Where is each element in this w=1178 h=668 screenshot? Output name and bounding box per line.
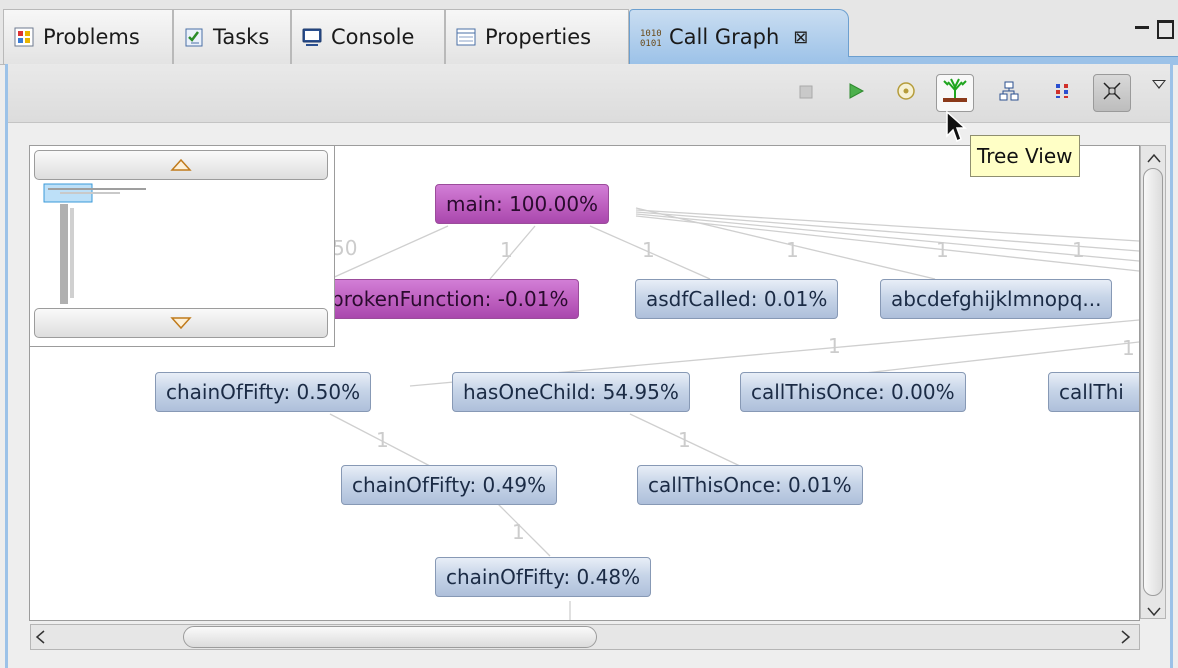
graph-node-asdfCalled[interactable]: asdfCalled: 0.01% — [635, 279, 839, 319]
close-icon[interactable]: ⊠ — [793, 27, 808, 48]
level-view-button[interactable] — [990, 74, 1028, 112]
graph-node-chainOfFifty[interactable]: chainOfFifty: 0.49% — [341, 465, 558, 505]
view-toolbar — [8, 64, 1170, 123]
edge-label: 1 — [678, 428, 691, 452]
scroll-left-icon[interactable] — [35, 629, 45, 648]
view-tab-bar: Problems Tasks Console Properties 1010 01… — [0, 0, 1178, 65]
scroll-down-icon[interactable] — [1147, 602, 1161, 621]
aggregate-view-icon — [1052, 81, 1072, 106]
tab-properties-label: Properties — [485, 25, 592, 49]
tab-problems[interactable]: Problems — [3, 9, 173, 64]
vertical-scroll-thumb[interactable] — [1143, 168, 1163, 596]
call-graph-canvas[interactable]: 50 1 1 1 1 1 1 1 1 1 1 main: 100.00% bro… — [29, 145, 1140, 621]
tab-console[interactable]: Console — [291, 9, 445, 64]
tab-tasks[interactable]: Tasks — [173, 9, 291, 64]
edge-label: 1 — [512, 520, 525, 544]
tab-problems-label: Problems — [43, 25, 140, 49]
graph-node-abcdefghijklmnopq[interactable]: abcdefghijklmnopq... — [880, 279, 1113, 319]
binary-icon: 1010 0101 — [638, 25, 662, 49]
tab-console-label: Console — [331, 25, 415, 49]
tab-call-graph-label: Call Graph — [669, 25, 780, 49]
svg-text:0101: 0101 — [640, 39, 661, 48]
graph-node-callThisOnce[interactable]: callThisOnce: 0.00% — [740, 372, 966, 412]
thumbnail-scroll-down-button[interactable] — [34, 308, 328, 338]
edge-label: 1 — [786, 238, 799, 262]
edge-label: 1 — [500, 238, 513, 262]
graph-node-callThisOnce[interactable]: callThisOnce: 0.01% — [637, 465, 863, 505]
edge-label: 1 — [936, 238, 949, 262]
thumbnail-graph-preview — [43, 183, 146, 304]
maximize-icon[interactable] — [1157, 20, 1174, 39]
edge-label: 1 — [376, 428, 389, 452]
level-view-icon — [998, 80, 1020, 107]
tasks-icon — [182, 25, 206, 49]
stop-icon — [798, 81, 814, 105]
tab-properties[interactable]: Properties — [445, 9, 629, 64]
window-controls — [1135, 20, 1174, 39]
refresh-button[interactable] — [887, 74, 925, 112]
problems-icon — [12, 25, 36, 49]
collapse-mode-button[interactable] — [1093, 74, 1131, 112]
horizontal-scrollbar[interactable] — [30, 624, 1140, 650]
edge-label: 1 — [642, 238, 655, 262]
graph-thumbnail[interactable] — [30, 146, 335, 347]
view-menu-chevron-down-icon[interactable] — [1152, 80, 1166, 89]
console-icon — [300, 25, 324, 49]
collapse-mode-icon — [1101, 80, 1123, 107]
chevron-down-icon — [170, 317, 192, 330]
edge-label: 1 — [1072, 238, 1085, 262]
graph-node-chainOfFifty[interactable]: chainOfFifty: 0.48% — [435, 557, 652, 597]
tree-view-tooltip: Tree View — [970, 135, 1080, 177]
stop-button[interactable] — [787, 74, 825, 112]
graph-node-brokenFunction[interactable]: brokenFunction: -0.01% — [300, 279, 580, 319]
tree-view-icon — [940, 76, 970, 111]
edge-label: 50 — [332, 236, 358, 260]
edge-label: 1 — [828, 334, 841, 358]
play-icon — [846, 81, 866, 106]
edge-label: 1 — [1122, 336, 1135, 360]
graph-node-callThi[interactable]: callThi — [1048, 372, 1139, 412]
mouse-cursor-icon — [946, 110, 967, 143]
tree-view-button[interactable] — [936, 74, 974, 112]
svg-text:1010: 1010 — [640, 29, 661, 39]
tab-call-graph[interactable]: 1010 0101 Call Graph ⊠ — [629, 9, 849, 64]
aggregate-view-button[interactable] — [1043, 74, 1081, 112]
graph-node-main[interactable]: main: 100.00% — [435, 184, 610, 224]
tab-tasks-label: Tasks — [213, 25, 270, 49]
graph-node-hasOneChild[interactable]: hasOneChild: 54.95% — [452, 372, 690, 412]
minimize-icon[interactable] — [1135, 26, 1149, 29]
scroll-right-icon[interactable] — [1121, 629, 1131, 648]
refresh-icon — [896, 81, 916, 106]
scroll-up-icon[interactable] — [1147, 148, 1161, 167]
horizontal-scroll-thumb[interactable] — [183, 626, 597, 648]
play-button[interactable] — [837, 74, 875, 112]
vertical-scrollbar[interactable] — [1140, 145, 1166, 619]
graph-node-chainOfFifty[interactable]: chainOfFifty: 0.50% — [155, 372, 372, 412]
properties-icon — [454, 25, 478, 49]
